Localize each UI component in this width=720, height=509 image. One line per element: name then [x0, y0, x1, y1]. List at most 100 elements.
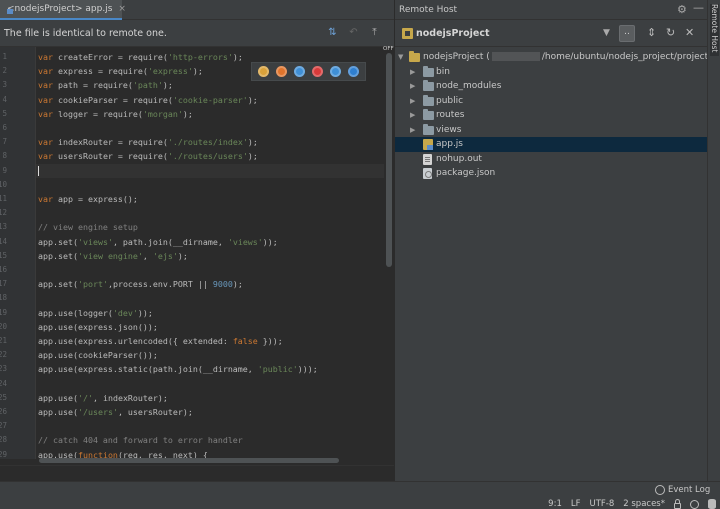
horizontal-scrollbar[interactable]: [39, 458, 339, 463]
code-token: var: [38, 137, 58, 148]
tree-item-nohup-out[interactable]: nohup.out: [395, 152, 708, 167]
code-line[interactable]: app.use('/users', usersRouter);: [38, 405, 193, 419]
text-caret: [38, 166, 39, 177]
chevron-right-icon[interactable]: ▶: [410, 65, 418, 80]
code-line[interactable]: var createError = require('http-errors')…: [38, 50, 243, 64]
code-line[interactable]: app.use(express.urlencoded({ extended: f…: [38, 334, 283, 348]
code-token: app.use(express.urlencoded({ extended:: [38, 336, 233, 346]
lock-icon[interactable]: [674, 498, 681, 509]
database-icon[interactable]: [708, 499, 716, 509]
line-separator[interactable]: LF: [571, 499, 581, 509]
remote-host-stripe-button[interactable]: Remote Host: [710, 4, 719, 56]
code-line[interactable]: app.use('/', indexRouter);: [38, 391, 168, 405]
code-line[interactable]: var indexRouter = require('./routes/inde…: [38, 135, 258, 149]
code-line[interactable]: app.use(express.static(path.join(__dirna…: [38, 362, 318, 376]
upload-icon[interactable]: ⤒: [369, 27, 380, 38]
gear-icon[interactable]: ⚙: [677, 3, 687, 16]
firefox-icon[interactable]: [276, 66, 288, 77]
code-token: ));: [262, 236, 278, 247]
indent-setting[interactable]: 2 spaces*: [623, 499, 665, 509]
line-number: 20: [0, 321, 7, 331]
code-line[interactable]: // catch 404 and forward to error handle…: [38, 433, 243, 447]
code-token: indexRouter = require(: [57, 137, 168, 148]
browse-button[interactable]: ..: [619, 25, 635, 42]
chrome-icon[interactable]: [258, 66, 270, 77]
code-line[interactable]: var logger = require('morgan');: [38, 107, 193, 121]
chevron-right-icon[interactable]: ▶: [410, 123, 418, 138]
tree-item-app-js[interactable]: app.js: [395, 137, 708, 152]
line-number: 18: [0, 293, 7, 303]
code-line[interactable]: var usersRouter = require('./routes/user…: [38, 149, 258, 163]
server-icon: [402, 28, 413, 39]
server-name[interactable]: nodejsProject: [416, 28, 490, 39]
opera-icon[interactable]: [311, 66, 323, 77]
code-token: 'cookie-parser': [172, 94, 248, 105]
tree-item-label: routes: [436, 110, 465, 120]
chevron-down-icon[interactable]: ▼: [603, 28, 610, 38]
caret-position[interactable]: 9:1: [548, 499, 562, 509]
tree-item-label: bin: [436, 66, 450, 77]
event-log-button[interactable]: Event Log: [655, 485, 710, 495]
revert-icon[interactable]: ↶: [348, 27, 359, 38]
code-line[interactable]: // view engine setup: [38, 220, 138, 234]
minimize-icon[interactable]: —: [693, 1, 704, 14]
code-line[interactable]: app.set('port',process.env.PORT || 9000)…: [38, 277, 243, 291]
code-line[interactable]: app.use(cookieParser());: [38, 348, 158, 362]
vertical-scrollbar[interactable]: [386, 53, 392, 267]
tree-item-views[interactable]: ▶ views: [395, 123, 708, 138]
code-line[interactable]: [36, 163, 384, 178]
code-token: app.use(: [38, 392, 78, 403]
code-line[interactable]: var app = express();: [38, 192, 138, 206]
refresh-icon[interactable]: ↻: [666, 27, 675, 39]
code-line[interactable]: var express = require('express');: [38, 64, 203, 78]
internet-explorer-icon[interactable]: [329, 66, 341, 77]
code-token: cookieParser = require(: [57, 94, 173, 105]
folder-icon: [409, 51, 420, 62]
root-name: nodejsProject (: [423, 52, 490, 62]
tab-close-icon[interactable]: ×: [118, 4, 126, 14]
line-number: 27: [0, 421, 7, 431]
remote-host-header: Remote Host ⚙ —: [395, 0, 708, 20]
code-token: path = require(: [57, 80, 133, 91]
code-line[interactable]: app.set('views', path.join(__dirname, 'v…: [38, 235, 278, 249]
safari-icon[interactable]: [294, 66, 306, 77]
chevron-down-icon[interactable]: ▼: [398, 50, 406, 65]
line-number: 25: [0, 392, 7, 402]
notification-text: The file is identical to remote one.: [4, 27, 167, 39]
tab-app-js[interactable]: <nodejsProject> app.js ×: [0, 0, 126, 20]
collapse-all-icon[interactable]: ⇕: [647, 27, 656, 39]
code-token: app.use(express.json());: [38, 321, 158, 332]
chevron-right-icon[interactable]: ▶: [410, 79, 418, 94]
code-area[interactable]: var createError = require('http-errors')…: [36, 47, 384, 459]
chevron-right-icon[interactable]: ▶: [410, 108, 418, 123]
tree-item-routes[interactable]: ▶ routes: [395, 108, 708, 123]
chevron-right-icon[interactable]: ▶: [410, 94, 418, 109]
tree-root[interactable]: ▼ nodejsProject ( /home/ubuntu/nodejs_pro…: [395, 50, 717, 65]
code-token: 'views': [77, 236, 113, 247]
code-token: 'morgan': [142, 108, 183, 119]
line-number: 9: [2, 165, 7, 175]
browser-preview-bar: [251, 62, 366, 81]
notification-bar: The file is identical to remote one. ⇅ ↶…: [0, 20, 394, 47]
editor-pane: <nodejsProject> app.js × The file is ide…: [0, 0, 394, 481]
edge-icon[interactable]: [347, 66, 359, 77]
code-line[interactable]: var cookieParser = require('cookie-parse…: [38, 93, 258, 107]
root-path: /home/ubuntu/nodejs_project/project1): [541, 52, 718, 62]
file-encoding[interactable]: UTF-8: [589, 499, 614, 509]
code-line[interactable]: var path = require('path');: [38, 78, 173, 92]
tree-item-package-json[interactable]: package.json: [395, 166, 708, 181]
compare-icon[interactable]: ⇅: [327, 27, 338, 38]
tree-item-node-modules[interactable]: ▶ node_modules: [395, 79, 708, 94]
inspector-face-icon[interactable]: [690, 499, 699, 509]
tree-item-public[interactable]: ▶ public: [395, 94, 708, 109]
tree-item-label: nohup.out: [436, 153, 482, 164]
code-line[interactable]: app.use(express.json());: [38, 320, 158, 334]
code-line[interactable]: app.use(logger('dev'));: [38, 306, 153, 320]
code-token: './routes/users': [167, 151, 248, 162]
tree-item-bin[interactable]: ▶ bin: [395, 65, 708, 80]
close-icon[interactable]: ✕: [685, 27, 694, 39]
code-line[interactable]: app.set('view engine', 'ejs');: [38, 249, 188, 263]
code-token: false: [232, 336, 258, 346]
line-number: 5: [2, 108, 7, 118]
folder-icon: [423, 65, 434, 77]
